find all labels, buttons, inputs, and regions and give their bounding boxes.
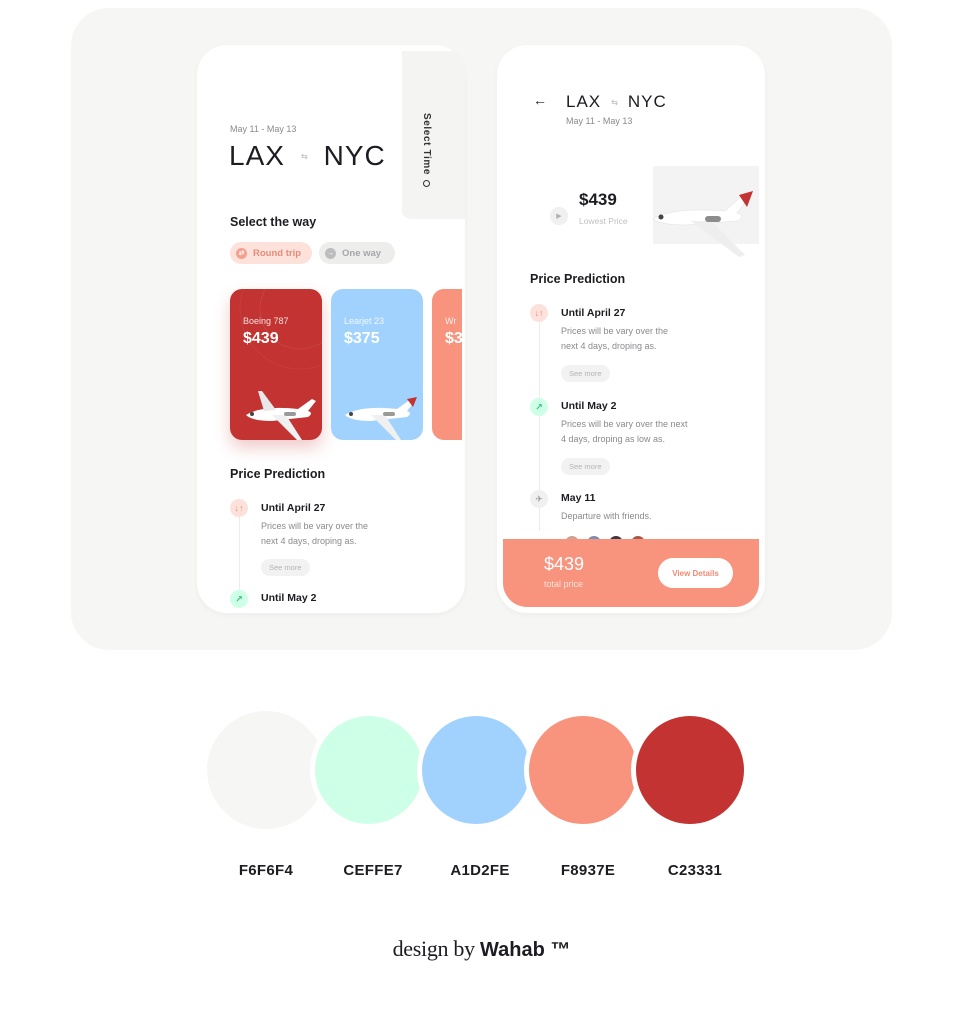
timeline-title: May 11 [561, 492, 596, 504]
color-swatch-2 [310, 711, 428, 829]
timeline-line [239, 516, 240, 596]
color-swatch-4 [524, 711, 642, 829]
see-more-button[interactable]: See more [261, 559, 310, 576]
see-more-button[interactable]: See more [561, 365, 610, 382]
origin-code: LAX [229, 140, 285, 171]
clock-icon [423, 180, 431, 188]
designer-credit: design by Wahab ™ [0, 936, 963, 962]
showcase-background [71, 8, 892, 650]
phone-screen-flight-select: Select Time May 11 - May 13 LAX ⇆ NYC Se… [197, 45, 465, 613]
total-price-label: total price [544, 579, 584, 589]
plane-card-learjet[interactable]: Learjet 23 $375 [331, 289, 423, 440]
travel-dates: May 11 - May 13 [230, 124, 297, 134]
route-header: LAX ⇆ NYC [566, 92, 667, 112]
color-swatch-5 [631, 711, 749, 829]
plane-price: $439 [243, 330, 279, 347]
total-price: $439 [544, 554, 585, 574]
total-price-bar: $439 total price View Details [503, 539, 759, 607]
timeline-title: Until April 27 [561, 307, 626, 319]
back-arrow-icon[interactable]: ← [533, 92, 547, 108]
plane-model: Learjet 23 [344, 316, 385, 326]
phone-screen-price-details: ← LAX ⇆ NYC May 11 - May 13 ▶ $439 Lowes… [497, 45, 765, 613]
timeline-desc-line: Prices will be vary over the [261, 521, 369, 531]
color-hex-5: C23331 [667, 862, 723, 879]
trend-up-icon: ↗ [230, 590, 248, 608]
round-trip-toggle[interactable]: ⇄ Round trip [230, 242, 312, 264]
lowest-price-label: Lowest Price [579, 216, 628, 226]
plane-model: Wr [445, 316, 457, 326]
timeline-desc: Prices will be vary over the next 4 days… [561, 417, 711, 447]
timeline-desc-line: Departure with friends. [561, 511, 652, 521]
plane-small-icon: ✈ [530, 490, 548, 508]
swap-icon[interactable]: ⇆ [301, 152, 308, 161]
timeline-desc-line: Prices will be vary over the [561, 326, 669, 336]
one-way-icon: → [325, 247, 336, 259]
plane-price: $3 [445, 330, 462, 347]
lowest-price: $439 [579, 190, 617, 209]
timeline-desc-line: next 4 days, droping as. [261, 536, 357, 546]
price-down-icon: ↓↑ [230, 499, 248, 517]
plane-price: $375 [344, 330, 380, 347]
timeline-desc-line: next 4 days, droping as. [561, 341, 657, 351]
color-hex-1: F6F6F4 [238, 862, 294, 879]
price-down-icon: ↓↑ [530, 304, 548, 322]
price-prediction-title: Price Prediction [530, 272, 626, 286]
color-hex-2: CEFFE7 [343, 862, 403, 879]
timeline-title: Until May 2 [261, 592, 317, 604]
timeline-desc: Prices will be vary over the next 4 days… [261, 519, 411, 549]
plane-model: Boeing 787 [243, 316, 289, 326]
color-swatch-1 [207, 711, 325, 829]
select-time-tab[interactable]: Select Time [402, 51, 465, 219]
timeline-desc: Departure with friends. [561, 509, 711, 524]
color-swatch-3 [417, 711, 535, 829]
one-way-toggle[interactable]: → One way [319, 242, 395, 264]
travel-dates: May 11 - May 13 [566, 116, 633, 126]
timeline-desc-line: Prices will be vary over the next [561, 419, 688, 429]
select-way-title: Select the way [230, 215, 317, 229]
color-hex-4: F8937E [560, 862, 616, 879]
route-header: LAX ⇆ NYC [229, 140, 386, 172]
price-prediction-title: Price Prediction [230, 467, 326, 481]
plane-icon [345, 397, 417, 440]
plane-card-partial[interactable]: Wr $3 [432, 289, 462, 440]
origin-code: LAX [566, 92, 602, 111]
hero-plane-icon [652, 191, 753, 257]
trend-up-icon: ↗ [530, 398, 548, 416]
color-hex-3: A1D2FE [450, 862, 510, 879]
see-more-button[interactable]: See more [561, 458, 610, 475]
destination-code: NYC [627, 92, 667, 111]
one-way-label: One way [342, 247, 382, 259]
plane-icon [246, 391, 316, 440]
credit-prefix: design by [392, 936, 481, 961]
round-trip-label: Round trip [253, 247, 302, 259]
round-trip-icon: ⇄ [236, 247, 247, 259]
plane-card-boeing[interactable]: Boeing 787 $439 [230, 289, 322, 440]
play-icon[interactable]: ▶ [550, 207, 568, 225]
timeline-title: Until May 2 [561, 400, 617, 412]
destination-code: NYC [323, 140, 386, 171]
designer-name: Wahab ™ [480, 939, 571, 961]
timeline-desc: Prices will be vary over the next 4 days… [561, 324, 711, 354]
view-details-button[interactable]: View Details [658, 558, 733, 588]
select-time-label: Select Time [421, 113, 432, 176]
timeline-desc-line: 4 days, droping as low as. [561, 434, 666, 444]
timeline-title: Until April 27 [261, 502, 326, 514]
swap-icon[interactable]: ⇆ [611, 98, 618, 107]
